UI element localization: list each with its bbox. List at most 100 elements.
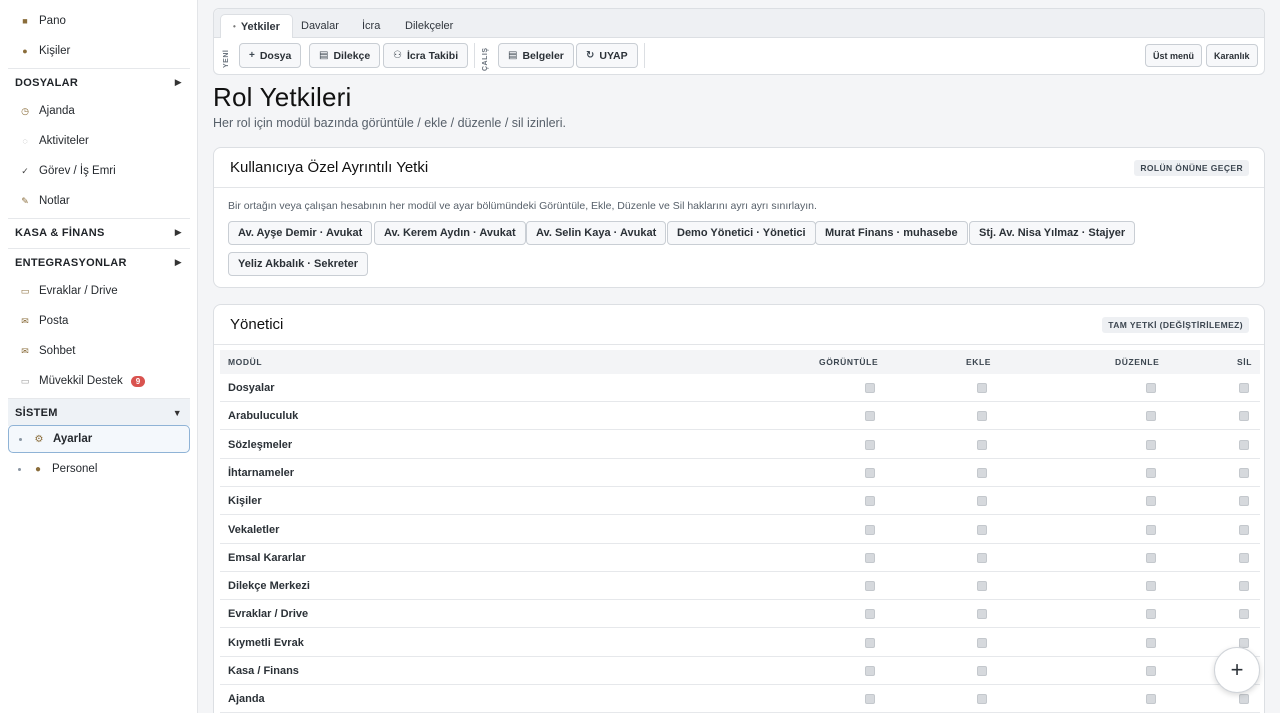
work-group-label: ÇALIŞ [482, 47, 489, 71]
role-permission-card: Yönetici TAM YETKİ (DEĞİŞTİRİLEMEZ) MODÜ… [213, 304, 1265, 713]
delete-checkbox [1239, 694, 1249, 705]
sidebar-item-pano[interactable]: ■ Pano [0, 6, 198, 36]
view-checkbox [865, 609, 875, 620]
user-chip[interactable]: Av. Ayşe Demir · Avukat [228, 221, 373, 245]
sidebar-item-label: Sohbet [39, 345, 76, 357]
edit-checkbox [1146, 637, 1156, 648]
new-dilekce-button[interactable]: ▤ Dilekçe [309, 43, 381, 68]
sidebar-item-label: Posta [39, 315, 69, 327]
module-name: Kişiler [228, 495, 262, 508]
table-row: Ajanda [220, 685, 1260, 713]
view-checkbox [865, 439, 875, 450]
active-dot-icon: • [233, 22, 236, 31]
refresh-icon: ↻ [586, 50, 595, 61]
uyap-button[interactable]: ↻ UYAP [576, 43, 638, 68]
user-chip[interactable]: Av. Selin Kaya · Avukat [526, 221, 667, 245]
sidebar-item-label: Personel [52, 463, 98, 475]
module-name: Vekaletler [228, 523, 280, 536]
user-chip[interactable]: Murat Finans · muhasebe [815, 221, 968, 245]
tab-dilekceler[interactable]: Dilekçeler [393, 14, 465, 38]
tab-yetkiler[interactable]: • Yetkiler [220, 14, 293, 38]
add-fab-button[interactable]: + [1214, 647, 1260, 693]
module-name: Ajanda [228, 693, 265, 706]
section-label: SİSTEM [15, 406, 58, 419]
sidebar-item-aktiviteler[interactable]: ◌ Aktiviteler [0, 126, 198, 156]
module-name: Dilekçe Merkezi [228, 580, 310, 593]
button-label: Belgeler [522, 49, 564, 62]
tab-davalar[interactable]: Davalar [289, 14, 351, 38]
delete-checkbox [1239, 524, 1249, 535]
sidebar-item-label: Ayarlar [53, 433, 93, 445]
view-checkbox [865, 637, 875, 648]
add-checkbox [977, 496, 987, 507]
sidebar-item-ajanda[interactable]: ◷ Ajanda [0, 96, 198, 126]
table-row: Evraklar / Drive [220, 600, 1260, 629]
sidebar-item-kisiler[interactable]: ● Kişiler [0, 36, 198, 66]
sidebar-item-evraklar[interactable]: ▭ Evraklar / Drive [0, 276, 198, 306]
add-checkbox [977, 666, 987, 676]
column-header-module: MODÜL [228, 357, 263, 367]
pencil-icon: ✎ [21, 195, 29, 206]
sidebar-item-notlar[interactable]: ✎ Notlar [0, 186, 198, 216]
user-chip[interactable]: Yeliz Akbalık · Sekreter [228, 252, 369, 276]
add-checkbox [977, 383, 987, 393]
delete-checkbox [1239, 581, 1249, 592]
tab-label: Yetkiler [240, 20, 280, 33]
edit-checkbox [1146, 383, 1156, 393]
sidebar-section-kasa[interactable]: KASA & FİNANS ▶ [8, 218, 190, 246]
sidebar-section-entegrasyonlar[interactable]: ENTEGRASYONLAR ▶ [8, 248, 190, 276]
toolbar-divider [474, 43, 475, 68]
add-checkbox [977, 581, 987, 592]
new-dosya-button[interactable]: + Dosya [239, 43, 302, 68]
folder-icon: ▭ [20, 285, 30, 296]
count-badge: 9 [130, 375, 146, 387]
button-label: Dosya [259, 49, 292, 62]
document-icon: ▤ [508, 50, 518, 61]
table-row: Kıymetli Evrak [220, 629, 1260, 657]
delete-checkbox [1239, 637, 1249, 648]
user-chip[interactable]: Stj. Av. Nisa Yılmaz · Stajyer [969, 221, 1136, 245]
sidebar-section-dosyalar[interactable]: DOSYALAR ▶ [8, 68, 190, 96]
column-header-edit: DÜZENLE [1115, 357, 1160, 367]
toolbar-divider [644, 43, 645, 68]
tab-label: İcra [362, 20, 381, 32]
sidebar-item-posta[interactable]: ✉ Posta [0, 306, 198, 336]
binoculars-icon: ⚇ [393, 50, 402, 61]
sidebar-item-label: Aktiviteler [39, 135, 89, 147]
dashboard-icon: ■ [22, 16, 28, 26]
chat-icon: ✉ [21, 345, 29, 356]
section-label: KASA & FİNANS [15, 226, 105, 239]
sidebar-item-muvekkil-destek[interactable]: ▭ Müvekkil Destek 9 [0, 366, 198, 396]
column-header-view: GÖRÜNTÜLE [819, 357, 879, 367]
belgeler-button[interactable]: ▤ Belgeler [498, 43, 574, 68]
sidebar-item-ayarlar[interactable]: ⚙ Ayarlar [8, 425, 190, 453]
sidebar-item-sohbet[interactable]: ✉ Sohbet [0, 336, 198, 366]
add-checkbox [977, 609, 987, 620]
delete-checkbox [1239, 609, 1249, 620]
button-label: UYAP [599, 49, 628, 62]
new-icra-takibi-button[interactable]: ⚇ İcra Takibi [383, 43, 469, 68]
add-checkbox [977, 524, 987, 535]
dark-mode-button[interactable]: Karanlık [1206, 44, 1258, 67]
new-group-label: YENİ [223, 49, 230, 69]
contacts-icon: ● [22, 46, 28, 56]
delete-checkbox [1239, 439, 1249, 450]
table-row: Emsal Kararlar [220, 544, 1260, 572]
page-subtitle: Her rol için modül bazında görüntüle / e… [213, 116, 566, 130]
sidebar-item-gorev[interactable]: ✓ Görev / İş Emri [0, 156, 198, 186]
table-row: Dosyalar [220, 374, 1260, 402]
sidebar-item-personel[interactable]: ● Personel [8, 455, 190, 483]
user-chip[interactable]: Av. Kerem Aydın · Avukat [374, 221, 526, 245]
bullet-icon [18, 467, 21, 471]
add-checkbox [977, 552, 987, 563]
module-name: Kıymetli Evrak [228, 636, 304, 649]
card-title: Yönetici [230, 316, 284, 333]
top-menu-button[interactable]: Üst menü [1145, 44, 1203, 67]
user-chip[interactable]: Demo Yönetici · Yönetici [667, 221, 816, 245]
edit-checkbox [1146, 581, 1156, 592]
tab-icra[interactable]: İcra [350, 14, 392, 38]
sidebar: ■ Pano ● Kişiler DOSYALAR ▶ ◷ Ajanda ◌ A… [0, 0, 198, 713]
sidebar-section-sistem[interactable]: SİSTEM ▼ [8, 398, 190, 426]
edit-checkbox [1146, 552, 1156, 563]
tab-label: Davalar [301, 20, 339, 32]
